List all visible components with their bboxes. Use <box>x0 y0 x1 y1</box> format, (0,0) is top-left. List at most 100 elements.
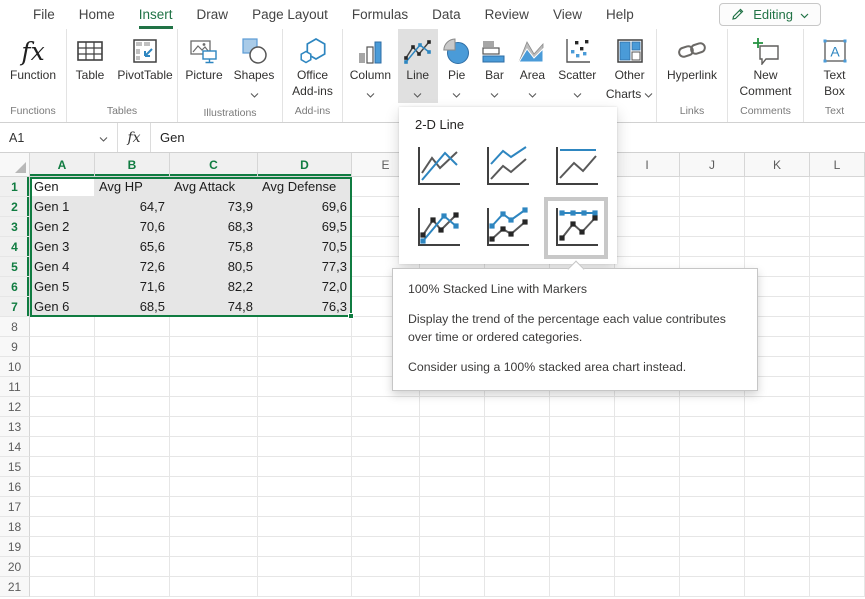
cell-A20[interactable] <box>30 557 95 577</box>
cell-L7[interactable] <box>810 297 865 317</box>
cell-F16[interactable] <box>420 477 485 497</box>
row-header-11[interactable]: 11 <box>0 377 30 397</box>
cell-D16[interactable] <box>258 477 352 497</box>
cell-K17[interactable] <box>745 497 810 517</box>
row-header-12[interactable]: 12 <box>0 397 30 417</box>
cell-D7[interactable]: 76,3 <box>258 297 352 317</box>
cell-L6[interactable] <box>810 277 865 297</box>
cell-C11[interactable] <box>170 377 258 397</box>
cell-J15[interactable] <box>680 457 745 477</box>
cell-L4[interactable] <box>810 237 865 257</box>
cell-I3[interactable] <box>615 217 680 237</box>
cell-A6[interactable]: Gen 5 <box>30 277 95 297</box>
cell-H13[interactable] <box>550 417 615 437</box>
cell-L13[interactable] <box>810 417 865 437</box>
row-header-13[interactable]: 13 <box>0 417 30 437</box>
cell-B8[interactable] <box>95 317 170 337</box>
cell-K4[interactable] <box>745 237 810 257</box>
cell-H12[interactable] <box>550 397 615 417</box>
cell-B19[interactable] <box>95 537 170 557</box>
new-comment-button[interactable]: New Comment <box>730 29 802 100</box>
cell-B21[interactable] <box>95 577 170 597</box>
cell-E18[interactable] <box>352 517 420 537</box>
cell-A13[interactable] <box>30 417 95 437</box>
cell-F15[interactable] <box>420 457 485 477</box>
cell-F14[interactable] <box>420 437 485 457</box>
pie-chart-button[interactable]: Pie <box>438 29 476 103</box>
column-header-C[interactable]: C <box>170 153 258 177</box>
cell-E13[interactable] <box>352 417 420 437</box>
cell-I16[interactable] <box>615 477 680 497</box>
cell-A1[interactable]: Gen <box>30 177 95 197</box>
cell-J1[interactable] <box>680 177 745 197</box>
cell-B15[interactable] <box>95 457 170 477</box>
cell-B3[interactable]: 70,6 <box>95 217 170 237</box>
cell-J16[interactable] <box>680 477 745 497</box>
cell-G20[interactable] <box>485 557 550 577</box>
cell-G19[interactable] <box>485 537 550 557</box>
cell-L18[interactable] <box>810 517 865 537</box>
column-header-D[interactable]: D <box>258 153 352 177</box>
table-button[interactable]: Table <box>67 29 113 100</box>
cell-D2[interactable]: 69,6 <box>258 197 352 217</box>
column-header-B[interactable]: B <box>95 153 170 177</box>
cell-K14[interactable] <box>745 437 810 457</box>
cell-D19[interactable] <box>258 537 352 557</box>
tab-review[interactable]: Review <box>485 0 529 29</box>
tab-view[interactable]: View <box>553 0 582 29</box>
cell-E17[interactable] <box>352 497 420 517</box>
cell-I15[interactable] <box>615 457 680 477</box>
cell-H21[interactable] <box>550 577 615 597</box>
row-header-20[interactable]: 20 <box>0 557 30 577</box>
cell-K12[interactable] <box>745 397 810 417</box>
cell-D15[interactable] <box>258 457 352 477</box>
cell-A15[interactable] <box>30 457 95 477</box>
cell-B20[interactable] <box>95 557 170 577</box>
cell-K3[interactable] <box>745 217 810 237</box>
100-stacked-line-icon[interactable] <box>552 144 600 190</box>
cell-I18[interactable] <box>615 517 680 537</box>
row-header-1[interactable]: 1 <box>0 177 30 197</box>
cell-D12[interactable] <box>258 397 352 417</box>
cell-H14[interactable] <box>550 437 615 457</box>
cell-K1[interactable] <box>745 177 810 197</box>
cell-D1[interactable]: Avg Defense <box>258 177 352 197</box>
cell-B10[interactable] <box>95 357 170 377</box>
cell-J3[interactable] <box>680 217 745 237</box>
cell-J4[interactable] <box>680 237 745 257</box>
row-header-16[interactable]: 16 <box>0 477 30 497</box>
name-box[interactable]: A1 <box>0 123 118 152</box>
cell-C1[interactable]: Avg Attack <box>170 177 258 197</box>
cell-C13[interactable] <box>170 417 258 437</box>
cell-K13[interactable] <box>745 417 810 437</box>
cell-G15[interactable] <box>485 457 550 477</box>
cell-F20[interactable] <box>420 557 485 577</box>
cell-J12[interactable] <box>680 397 745 417</box>
row-header-2[interactable]: 2 <box>0 197 30 217</box>
cell-B13[interactable] <box>95 417 170 437</box>
cell-A14[interactable] <box>30 437 95 457</box>
row-header-10[interactable]: 10 <box>0 357 30 377</box>
cell-A5[interactable]: Gen 4 <box>30 257 95 277</box>
column-chart-button[interactable]: Column <box>343 29 398 103</box>
tab-help[interactable]: Help <box>606 0 634 29</box>
cell-K2[interactable] <box>745 197 810 217</box>
cell-J19[interactable] <box>680 537 745 557</box>
column-header-A[interactable]: A <box>30 153 95 177</box>
cell-K21[interactable] <box>745 577 810 597</box>
cell-A17[interactable] <box>30 497 95 517</box>
cell-G13[interactable] <box>485 417 550 437</box>
cell-C4[interactable]: 75,8 <box>170 237 258 257</box>
area-chart-button[interactable]: Area <box>513 29 551 103</box>
cell-J21[interactable] <box>680 577 745 597</box>
cell-D11[interactable] <box>258 377 352 397</box>
cell-B1[interactable]: Avg HP <box>95 177 170 197</box>
cell-L16[interactable] <box>810 477 865 497</box>
column-header-L[interactable]: L <box>810 153 865 177</box>
editing-mode-button[interactable]: Editing <box>719 3 821 26</box>
hyperlink-button[interactable]: Hyperlink <box>658 29 726 100</box>
cell-A12[interactable] <box>30 397 95 417</box>
cell-K16[interactable] <box>745 477 810 497</box>
row-header-21[interactable]: 21 <box>0 577 30 597</box>
cell-A4[interactable]: Gen 3 <box>30 237 95 257</box>
